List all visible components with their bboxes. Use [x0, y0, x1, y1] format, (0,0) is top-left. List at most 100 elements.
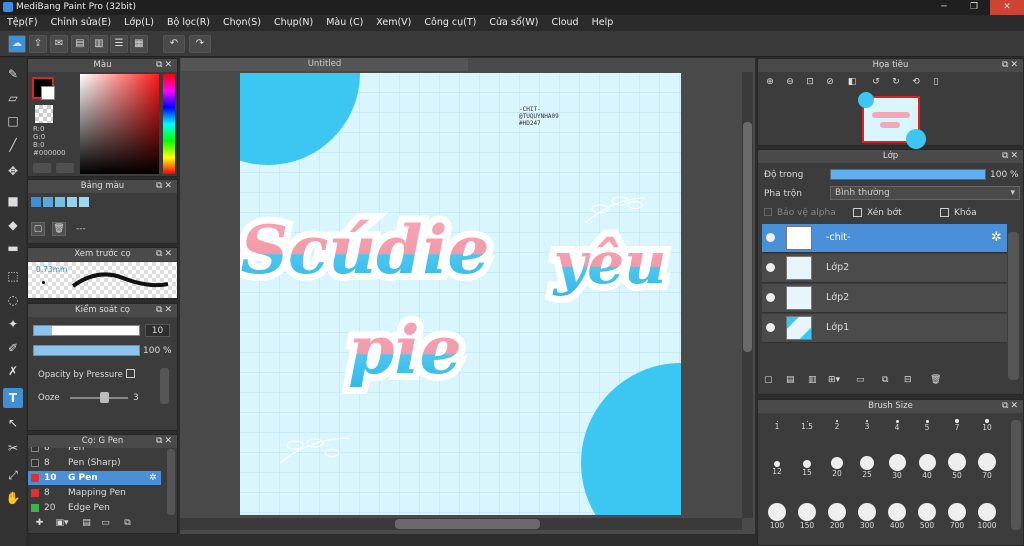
panel-controls-icon[interactable]: ⧉✕ [1002, 59, 1020, 72]
document-tab[interactable]: Untitled [181, 58, 468, 71]
reset-rotation-icon[interactable]: ⟲ [908, 77, 924, 87]
select-eraser-icon[interactable]: ✗ [3, 361, 23, 381]
magic-wand-icon[interactable]: ✦ [3, 314, 23, 334]
navigator-thumbnail[interactable] [858, 92, 926, 149]
artboard[interactable]: Scúdie Scúdie yêu yêu pie pie -CHIT- @TU… [240, 73, 681, 515]
eraser-tool-icon[interactable]: ▱ [3, 88, 23, 108]
brush-list-item[interactable]: 20 Edge Pen [28, 501, 166, 512]
menu-edit[interactable]: Chỉnh sửa(E) [44, 15, 118, 31]
menu-help[interactable]: Help [585, 15, 620, 31]
hue-slider[interactable] [163, 74, 175, 174]
layer-opacity-slider[interactable] [830, 169, 986, 180]
menu-cloud[interactable]: Cloud [544, 15, 584, 31]
panel-controls-icon[interactable]: ⧉✕ [156, 59, 174, 72]
folder-icon[interactable]: ▭ [98, 516, 113, 530]
color-picker-square[interactable] [80, 74, 159, 174]
brush-size-option[interactable]: 15 [792, 453, 822, 477]
actual-size-icon[interactable]: ⊘ [822, 77, 838, 87]
brush-list-item[interactable]: 8 Mapping Pen [28, 486, 166, 500]
brush-size-option[interactable]: 70 [972, 453, 1002, 480]
dot-tool-icon[interactable]: □ [3, 111, 23, 131]
panel-icon[interactable]: ▤ [71, 35, 89, 53]
menu-window[interactable]: Cửa sổ(W) [482, 15, 544, 31]
clipping-checkbox[interactable] [853, 208, 862, 217]
lock-view-icon[interactable]: ▯ [928, 77, 944, 87]
brush-list-item-selected[interactable]: 10 G Pen ✲ [28, 471, 161, 485]
brush-size-option[interactable]: 1000 [972, 503, 1002, 530]
brush-size-option[interactable]: 200 [822, 503, 852, 530]
brush-size-option[interactable]: 50 [942, 453, 972, 480]
brush-size-option[interactable]: 500 [912, 503, 942, 530]
gradient-tool-icon[interactable]: ▬ [3, 238, 23, 258]
brush-size-option[interactable]: 5 [912, 413, 942, 437]
brush-size-scrollbar[interactable] [1011, 420, 1021, 530]
transparent-swatch[interactable] [35, 105, 53, 123]
panel-controls-icon[interactable]: ⧉✕ [1002, 150, 1020, 163]
panel-controls-icon[interactable]: ⧉✕ [1002, 400, 1020, 413]
brush-size-slider[interactable] [33, 325, 140, 336]
palette-swatch[interactable] [55, 197, 65, 207]
divide-tool-icon[interactable]: ✂ [3, 438, 23, 458]
fit-icon[interactable]: ⊡ [802, 77, 818, 87]
palette-swatch[interactable] [43, 197, 53, 207]
comment-icon[interactable]: ✉ [50, 35, 68, 53]
brush-size-option[interactable]: 20 [822, 453, 852, 478]
gear-icon[interactable]: ✲ [991, 230, 1002, 245]
panel-controls-icon[interactable]: ⧉✕ [156, 248, 174, 261]
blend-mode-select[interactable]: Bình thường ▾ [830, 186, 1020, 200]
menu-view[interactable]: Xem(V) [369, 15, 417, 31]
redo-icon[interactable]: ↷ [189, 35, 211, 53]
pen-tool-icon[interactable]: ╱ [3, 135, 23, 155]
brush-size-option[interactable]: 12 [762, 453, 792, 477]
add-brush-icon[interactable]: ✚ [32, 516, 47, 530]
panel-controls-icon[interactable]: ⧉✕ [156, 180, 174, 193]
brush-size-option[interactable]: 400 [882, 503, 912, 530]
ooze-slider[interactable] [70, 397, 128, 399]
lock-checkbox[interactable] [940, 208, 949, 217]
rotate-left-icon[interactable]: ↺ [868, 77, 884, 87]
eye-icon[interactable] [766, 263, 775, 272]
close-button[interactable]: ✕ [990, 0, 1024, 15]
brush-tool-icon[interactable]: ✎ [3, 64, 23, 84]
ooze-slider-handle[interactable] [100, 392, 109, 403]
list-icon[interactable]: ☰ [110, 35, 128, 53]
document-icon[interactable]: ▤ [79, 516, 94, 530]
menu-filter[interactable]: Bộ lọc(R) [160, 15, 216, 31]
folder-icon[interactable]: ▭ [856, 375, 865, 385]
background-color-swatch[interactable] [41, 86, 55, 100]
brush-size-option[interactable]: 150 [792, 503, 822, 530]
merge-layer-icon[interactable]: ⊟ [904, 375, 912, 385]
layer-row-selected[interactable]: -chit- ✲ [762, 224, 1007, 253]
menu-file[interactable]: Tệp(F) [0, 15, 44, 31]
brush-opacity-slider[interactable] [33, 345, 140, 356]
brush-size-option[interactable]: 40 [912, 453, 942, 480]
brush-size-option[interactable]: 1.5 [792, 413, 822, 437]
fill-tool-icon[interactable]: ◆ [3, 215, 23, 235]
flip-icon[interactable]: ◧ [844, 77, 860, 87]
color-option-button[interactable] [33, 163, 51, 173]
brush-size-option[interactable]: 1 [762, 413, 792, 437]
menu-select[interactable]: Chọn(S) [216, 15, 267, 31]
minimize-button[interactable]: ─ [933, 0, 955, 15]
brush-size-option[interactable]: 2 [822, 413, 852, 437]
brush-size-option[interactable]: 7 [942, 413, 972, 437]
protect-alpha-checkbox[interactable] [764, 208, 772, 216]
menu-color[interactable]: Màu (C) [319, 15, 369, 31]
scroll-thumb[interactable] [395, 519, 540, 529]
color-option-button-2[interactable] [56, 163, 74, 173]
text-tool-icon[interactable]: T [3, 388, 23, 408]
menu-capture[interactable]: Chụp(N) [267, 15, 319, 31]
brush-size-option[interactable]: 10 [972, 413, 1002, 437]
brush-control-scrollbar[interactable] [160, 368, 169, 404]
maximize-button[interactable]: ❐ [963, 0, 985, 15]
menu-layer[interactable]: Lớp(L) [117, 15, 160, 31]
brush-size-option[interactable]: 700 [942, 503, 972, 530]
hand-tool-icon[interactable]: ✋ [3, 488, 23, 508]
palette-swatch[interactable] [79, 197, 89, 207]
new-8bit-layer-icon[interactable]: ▥ [808, 375, 817, 385]
brush-size-option[interactable]: 100 [762, 503, 792, 530]
menu-tools[interactable]: Công cụ(T) [417, 15, 482, 31]
undo-icon[interactable]: ↶ [163, 35, 185, 53]
gear-icon[interactable]: ✲ [149, 471, 157, 485]
move-tool-icon[interactable]: ✥ [3, 161, 23, 181]
